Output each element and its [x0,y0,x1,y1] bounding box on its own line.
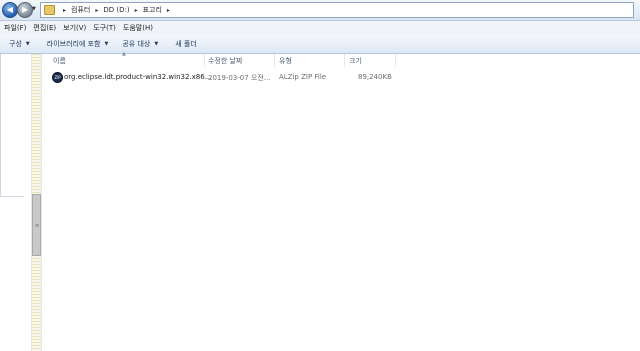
share-with-label: 공유 대상 [122,39,151,48]
navigation-pane: ≡ [0,54,42,351]
file-list: ▲ 이름 수정한 날짜 유형 크기 ZIP org.eclipse.ldt.pr… [42,51,640,351]
zip-file-icon: ZIP [52,72,63,83]
navigation-scrollbar[interactable]: ≡ [31,54,42,351]
file-name[interactable]: org.eclipse.ldt.product-win32.win32.x86.… [64,73,211,81]
column-divider[interactable] [274,54,275,67]
chevron-down-icon: ▼ [154,40,159,47]
menu-bar: 파일(F) 편집(E) 보기(V) 도구(T) 도움말(H) [0,21,640,34]
column-divider[interactable] [204,54,205,67]
file-row[interactable]: ZIP org.eclipse.ldt.product-win32.win32.… [42,71,640,83]
chevron-down-icon: ▼ [25,40,30,47]
menu-edit[interactable]: 편집(E) [30,23,59,33]
column-divider[interactable] [395,54,396,67]
menu-tools[interactable]: 도구(T) [90,23,119,33]
column-header-row: ▲ 이름 수정한 날짜 유형 크기 [42,51,640,67]
breadcrumb-separator-icon[interactable]: ▸ [95,7,98,14]
forward-button[interactable]: ▶ [17,2,33,18]
grip-icon: ≡ [35,223,40,229]
column-header-date[interactable]: 수정한 날짜 [208,56,242,66]
include-in-library-button[interactable]: 라이브러리에 포함 ▼ [47,39,109,49]
back-button[interactable]: ◀ [2,2,18,18]
command-bar: 구성 ▼ 라이브러리에 포함 ▼ 공유 대상 ▼ 새 폴더 [0,34,640,54]
address-bar: ◀ ▶ ▼ ▸ 컴퓨터 ▸ DD (D:) ▸ 표고리 ▸ [0,0,640,21]
breadcrumb-separator-icon[interactable]: ▸ [63,7,66,14]
organize-label: 구성 [9,39,22,48]
scrollbar-thumb[interactable]: ≡ [32,194,41,256]
sort-ascending-icon: ▲ [122,51,126,57]
organize-button[interactable]: 구성 ▼ [9,39,30,49]
breadcrumb-separator-icon[interactable]: ▸ [167,7,170,14]
breadcrumb[interactable]: ▸ 컴퓨터 ▸ DD (D:) ▸ 표고리 ▸ [40,2,634,18]
recent-pages-dropdown[interactable]: ▼ [32,6,36,12]
folder-icon [44,5,55,15]
breadcrumb-item-folder[interactable]: 표고리 [143,5,162,15]
breadcrumb-separator-icon[interactable]: ▸ [135,7,138,14]
file-type: ALZip ZIP File [279,73,327,81]
chevron-down-icon: ▼ [104,40,109,47]
share-with-button[interactable]: 공유 대상 ▼ [122,39,158,49]
column-header-name[interactable]: 이름 [53,56,66,66]
file-date: 2019-03-07 오전... [208,74,271,82]
pane-divider [0,54,1,196]
menu-file[interactable]: 파일(F) [0,23,29,33]
pane-divider [0,196,24,197]
breadcrumb-item-computer[interactable]: 컴퓨터 [71,5,90,15]
menu-view[interactable]: 보기(V) [60,23,89,33]
column-divider[interactable] [344,54,345,67]
file-size: 89,240KB [358,73,392,81]
breadcrumb-item-drive[interactable]: DD (D:) [103,6,129,14]
new-folder-label: 새 폴더 [175,39,197,48]
new-folder-button[interactable]: 새 폴더 [175,39,197,49]
include-in-library-label: 라이브러리에 포함 [46,39,101,48]
column-header-type[interactable]: 유형 [279,56,292,66]
column-header-size[interactable]: 크기 [349,56,362,66]
menu-help[interactable]: 도움말(H) [120,23,156,33]
